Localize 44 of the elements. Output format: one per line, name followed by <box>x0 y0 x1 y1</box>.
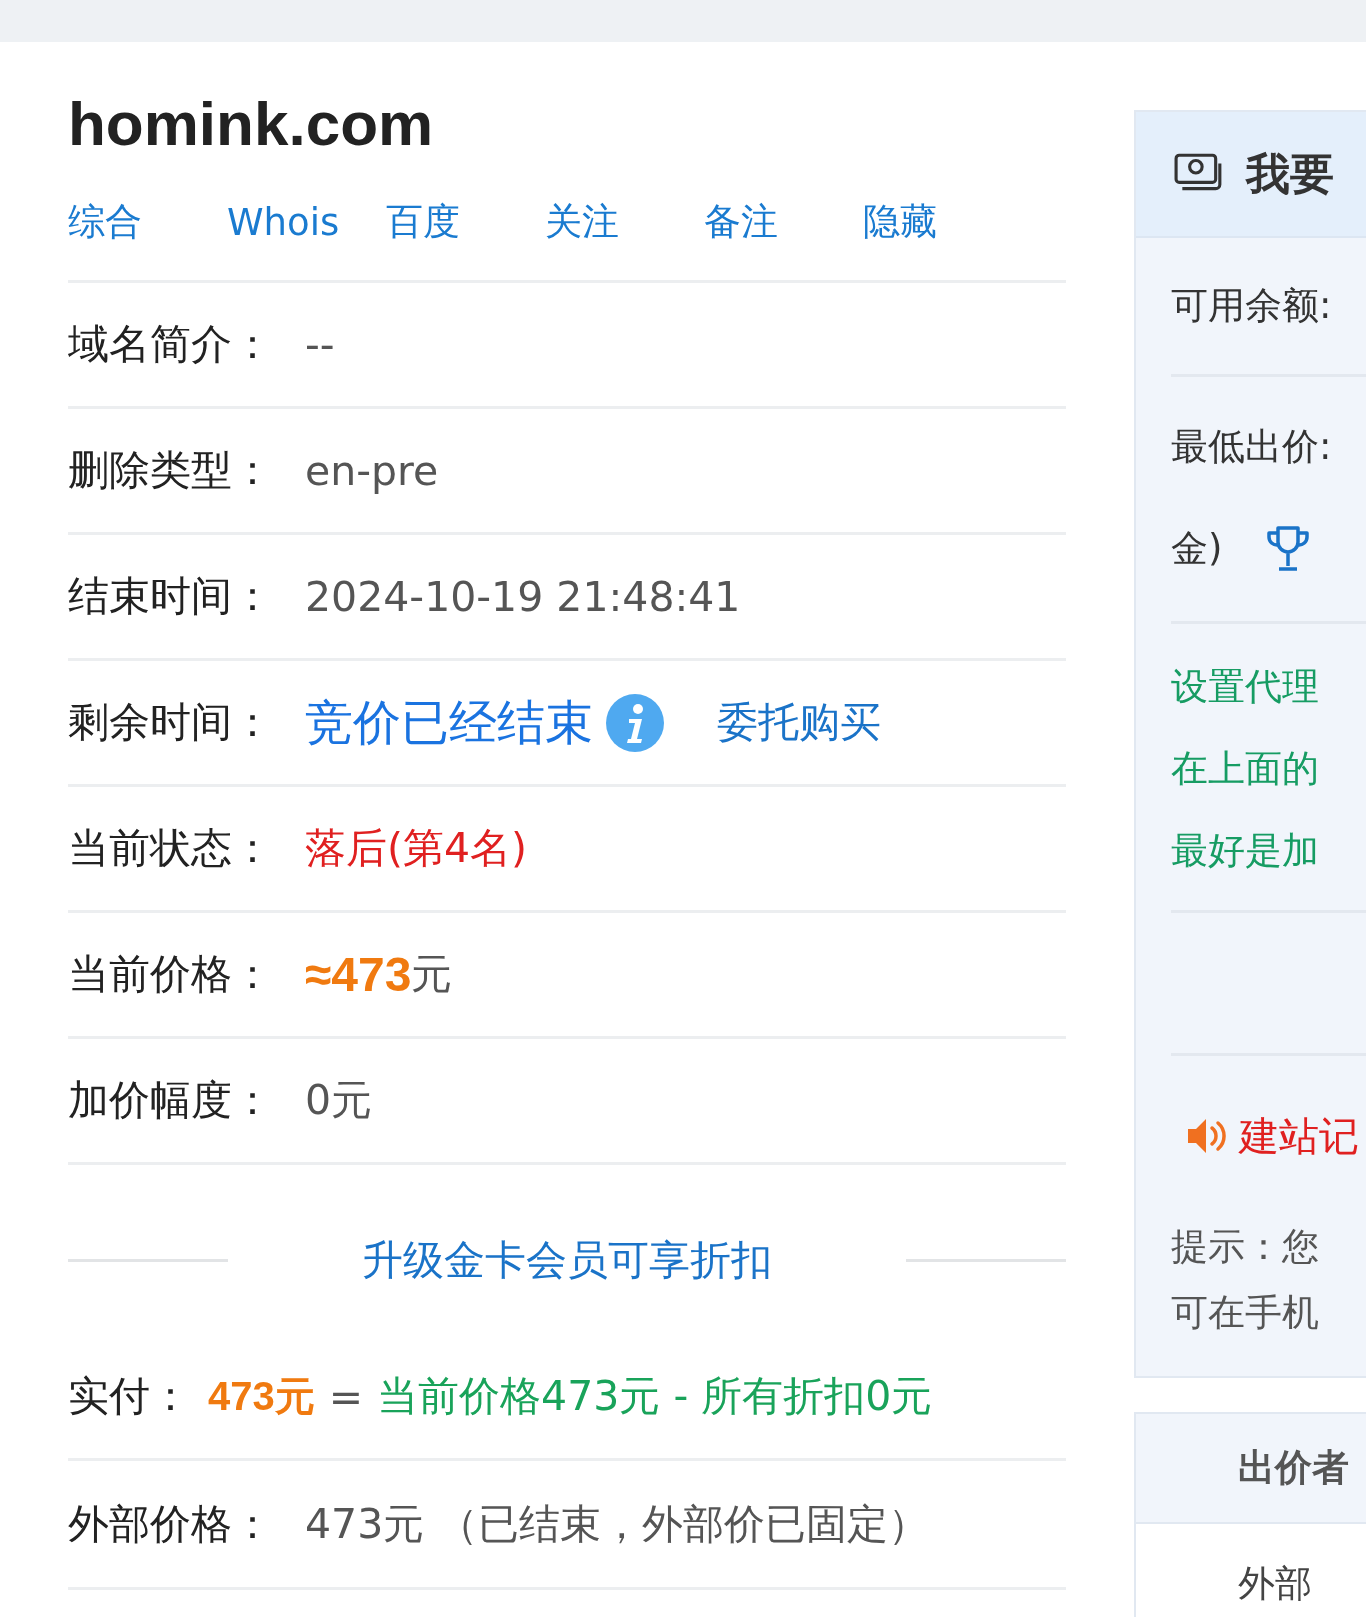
tab-link[interactable]: 综合 <box>68 197 227 247</box>
field-label: 外部价格： <box>68 1498 274 1550</box>
notice-link[interactable]: 建站记 <box>1239 1108 1359 1164</box>
domain-title: homink.com <box>68 88 435 160</box>
proxy-hint: 在上面的 <box>1171 746 1320 792</box>
tip-text: 提示：您 <box>1171 1224 1320 1270</box>
field-value: 0元 <box>305 1075 373 1126</box>
field-label: 结束时间： <box>68 571 274 622</box>
tab-link[interactable]: 备注 <box>704 197 863 247</box>
entrust-link[interactable]: 委托购买 <box>717 695 881 750</box>
field-value: 2024-10-19 21:48:41 <box>305 572 741 621</box>
tab-link[interactable]: Whois <box>227 200 386 244</box>
min-bid-note: 金) <box>1171 526 1223 572</box>
field-label: 域名简介： <box>68 319 274 370</box>
panel-title: 我要 <box>1246 146 1334 201</box>
equals-sign: = <box>328 1372 364 1421</box>
trophy-icon[interactable] <box>1266 525 1311 573</box>
field-label: 当前价格： <box>68 949 274 1000</box>
auction-status: 竞价已经结束 <box>305 692 593 752</box>
field-label: 当前状态： <box>68 823 274 874</box>
field-value: -- <box>305 320 335 369</box>
field-label: 剩余时间： <box>68 697 274 748</box>
tab-link[interactable]: 百度 <box>386 197 545 247</box>
info-icon[interactable] <box>605 692 665 753</box>
price-value: ≈473 <box>305 947 412 1002</box>
column-header: 出价者 <box>1136 1414 1366 1524</box>
bid-status: 落后(第4名) <box>305 823 528 874</box>
upgrade-link[interactable]: 升级金卡会员可享折扣 <box>228 1232 906 1288</box>
field-label: 删除类型： <box>68 445 274 496</box>
proxy-hint: 最好是加 <box>1171 828 1320 874</box>
field-label: 加价幅度： <box>68 1075 274 1126</box>
min-bid-label: 最低出价: <box>1171 424 1333 470</box>
proxy-hint: 设置代理 <box>1171 664 1320 710</box>
field-value: en-pre <box>305 446 439 495</box>
price-unit: 元 <box>411 949 453 1000</box>
paid-amount: 473元 <box>208 1373 315 1420</box>
table-cell-text: 外部 <box>1237 1561 1313 1607</box>
tip-text: 可在手机 <box>1171 1290 1320 1336</box>
price-formula: 当前价格473元 - 所有折扣0元 <box>377 1371 933 1422</box>
balance-label: 可用余额: <box>1171 238 1366 377</box>
field-label: 实付： <box>68 1371 192 1422</box>
tab-link[interactable]: 关注 <box>545 197 704 247</box>
tab-link[interactable]: 隐藏 <box>863 197 1022 247</box>
field-value: 473元 （已结束，外部价已固定） <box>305 1498 930 1550</box>
